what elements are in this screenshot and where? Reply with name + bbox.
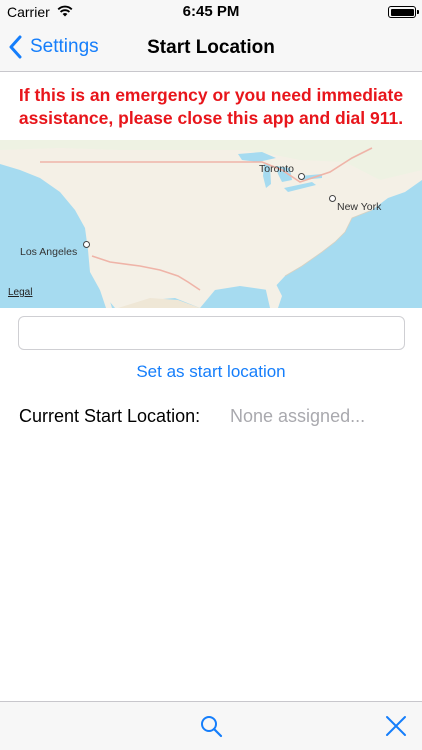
los-angeles-marker — [83, 241, 90, 248]
status-bar: Carrier 6:45 PM — [0, 0, 422, 24]
search-icon[interactable] — [199, 714, 223, 738]
battery-icon — [388, 6, 419, 18]
city-label-toronto: Toronto — [259, 163, 295, 175]
map-shapes — [0, 140, 422, 308]
current-start-location-label: Current Start Location: — [19, 406, 201, 426]
set-start-location-button[interactable]: Set as start location — [0, 362, 422, 382]
legal-link[interactable]: Legal — [8, 287, 32, 298]
warning-line-2: assistance, please close this app and di… — [18, 108, 404, 128]
close-icon[interactable] — [385, 715, 407, 737]
city-label-new-york: New York — [337, 201, 382, 213]
clock: 6:45 PM — [182, 3, 240, 20]
emergency-warning: If this is an emergency or you need imme… — [0, 84, 422, 130]
page-title: Start Location — [147, 37, 275, 58]
bottom-toolbar — [0, 701, 422, 750]
current-start-location-value: None assigned... — [230, 406, 366, 426]
toronto-marker — [298, 173, 305, 180]
location-input[interactable] — [18, 316, 405, 350]
city-label-los-angeles: Los Angeles — [20, 246, 78, 258]
new-york-marker — [329, 195, 336, 202]
navigation-bar: Settings Start Location — [0, 24, 422, 72]
warning-line-1: If this is an emergency or you need imme… — [18, 85, 404, 105]
map-view[interactable]: Toronto New York Los Angeles Legal — [0, 140, 422, 308]
